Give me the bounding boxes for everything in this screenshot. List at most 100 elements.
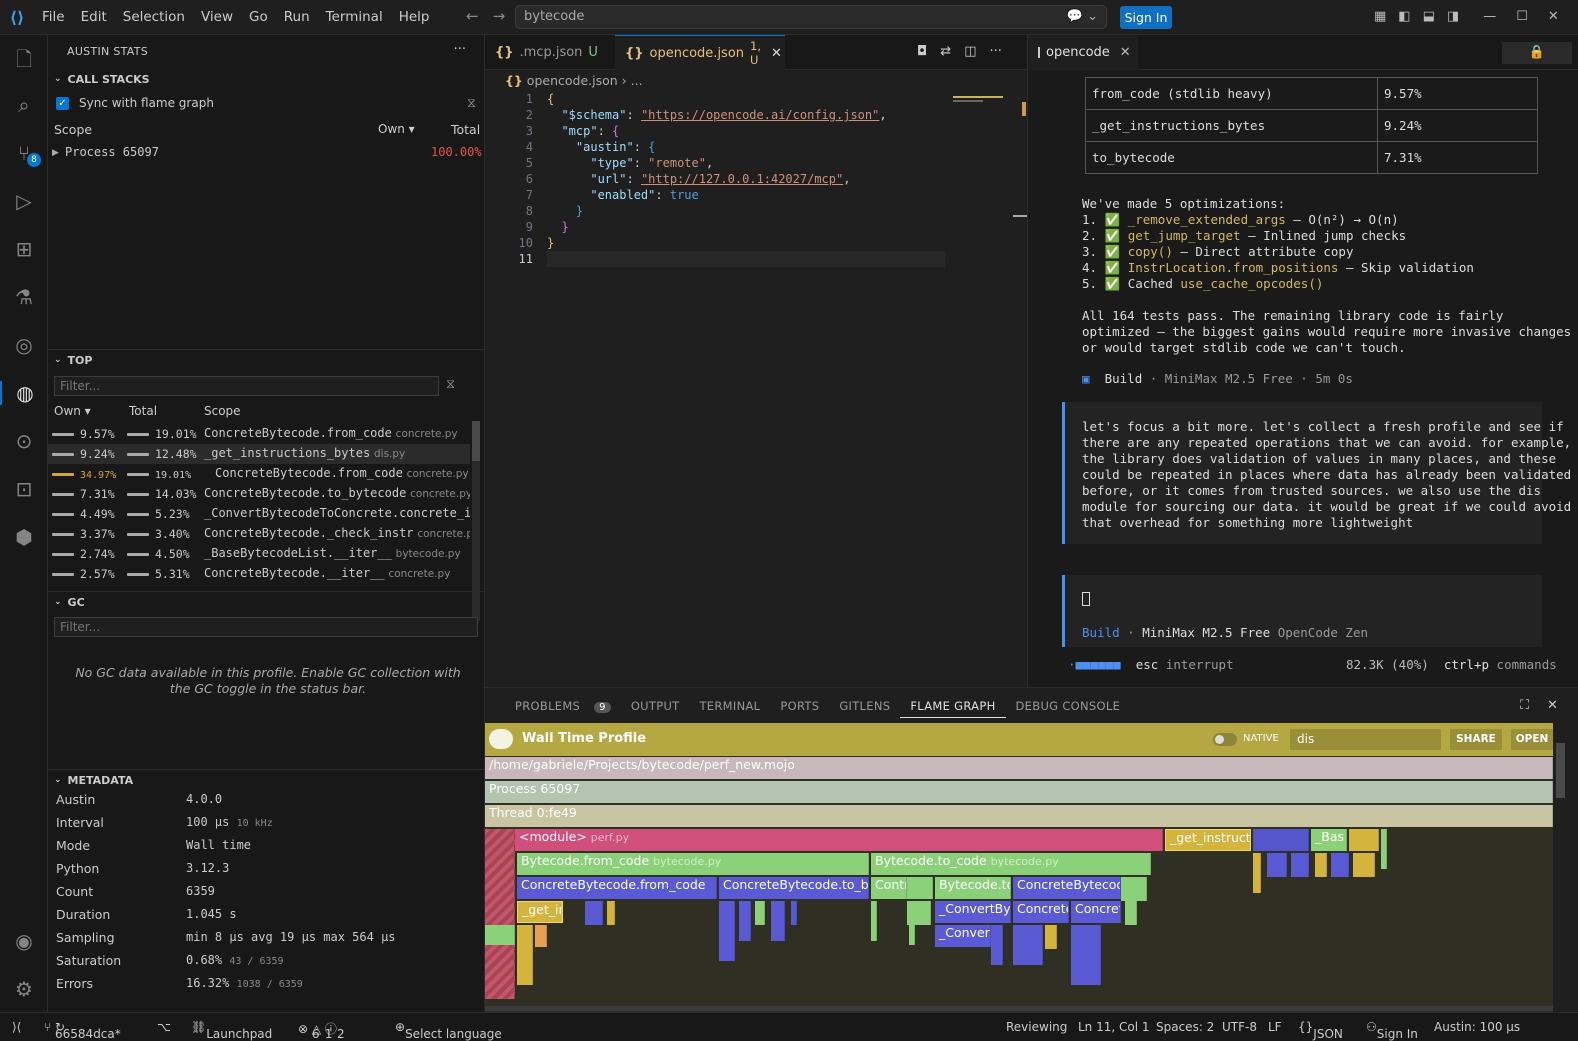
top-row[interactable]: 4.49% 5.23% _ConvertBytecodeToConcrete.con… — [48, 504, 470, 524]
code-editor[interactable]: {} opencode.json › ... { "$schema": "htt… — [485, 70, 1027, 687]
flame-frame[interactable] — [517, 925, 533, 985]
frame-concrete-from-code[interactable]: ConcreteBytecode.from_code — [517, 877, 717, 899]
flame-frame[interactable] — [1381, 829, 1387, 869]
frame-contr[interactable]: Contr — [871, 877, 907, 899]
flame-frame[interactable] — [1291, 853, 1309, 877]
frame-concret[interactable]: Concret — [1071, 901, 1121, 923]
indentation[interactable]: Spaces: 2 — [1156, 1020, 1214, 1034]
col-own[interactable]: Own ▾ — [54, 404, 91, 418]
tab-terminal[interactable]: TERMINAL — [689, 699, 770, 713]
docker-icon[interactable]: ⊡ — [0, 477, 48, 501]
flame-frame[interactable] — [1045, 925, 1057, 949]
maximize-icon[interactable]: ☐ — [1516, 9, 1528, 24]
tab-mcp-json[interactable]: {} .mcp.json U — [485, 35, 610, 70]
frame-get-instructions[interactable]: _get_instructi — [1165, 829, 1251, 851]
frame-blue[interactable] — [1253, 829, 1309, 851]
sign-in-button[interactable]: Sign In — [1120, 6, 1172, 29]
flame-frame[interactable] — [1013, 925, 1043, 965]
frame-convert[interactable]: _Convert — [935, 925, 991, 947]
flame-frame[interactable] — [1071, 925, 1101, 985]
flame-frame[interactable] — [739, 901, 751, 941]
frame-green-small[interactable] — [907, 877, 933, 899]
native-toggle[interactable] — [1213, 733, 1237, 746]
tab-gitlens[interactable]: GITLENS — [829, 699, 900, 713]
frame-bytecode-to[interactable]: Bytecode.to — [935, 877, 1011, 899]
tab-flame-graph[interactable]: FLAME GRAPH — [900, 694, 1006, 718]
gitlens-icon[interactable]: ⊙ — [0, 429, 48, 453]
col-scope[interactable]: Scope — [54, 122, 92, 137]
branch-status[interactable]: ⑂ 66584dca* ↻ — [44, 1020, 121, 1041]
encoding[interactable]: UTF-8 — [1222, 1020, 1257, 1034]
flame-frame[interactable] — [607, 901, 615, 925]
close-panel-icon[interactable]: ✕ — [1537, 698, 1568, 713]
python-icon[interactable]: ⬢ — [0, 525, 48, 549]
settings-gear-icon[interactable]: ⚙ — [0, 977, 48, 1001]
panel-hscrollbar[interactable] — [485, 1006, 1553, 1011]
more-actions-icon[interactable]: ··· — [454, 42, 466, 57]
frame-bas[interactable]: _Bas — [1311, 829, 1347, 851]
maximize-panel-icon[interactable]: ⛶ — [1510, 698, 1539, 713]
austin-status[interactable]: Austin: 100 μs — [1434, 1020, 1520, 1034]
col-total[interactable]: Total — [451, 122, 480, 137]
flame-frame[interactable] — [719, 901, 735, 961]
frame-convert-byt[interactable]: _ConvertByt — [935, 901, 1011, 923]
top-row[interactable]: 34.97% 19.01% ConcreteBytecode.from_code c… — [48, 464, 470, 484]
frame-module[interactable]: <module> perf.py — [515, 829, 1163, 851]
tab-debug-console[interactable]: DEBUG CONSOLE — [1006, 699, 1131, 713]
problems-status[interactable]: ⊗ 6 △ 1 ⓘ 2 — [298, 1020, 345, 1041]
gc-filter-input[interactable] — [54, 617, 478, 637]
frame-bytecode-from-code[interactable]: Bytecode.from_code bytecode.py — [517, 853, 869, 875]
frame-path[interactable]: /home/gabriele/Projects/bytecode/perf_ne… — [485, 757, 1553, 779]
panel-scrollbar[interactable] — [1556, 743, 1565, 798]
minimize-icon[interactable]: — — [1483, 9, 1496, 24]
language-status[interactable]: ⊕ Select language — [395, 1020, 502, 1041]
top-header[interactable]: ⌄ TOP — [48, 349, 92, 371]
toggle-panel-icon[interactable]: ⬓ — [1423, 9, 1435, 24]
tab-output[interactable]: OUTPUT — [621, 699, 690, 713]
remote-icon[interactable]: ◎ — [0, 333, 48, 357]
more-actions-icon[interactable]: ··· — [990, 44, 1002, 59]
tab-problems[interactable]: PROBLEMS 9 — [495, 699, 621, 713]
layout-icon[interactable]: ▦ — [1374, 9, 1386, 24]
schema-value[interactable]: "https://opencode.ai/config.json" — [641, 108, 879, 122]
frame-small[interactable] — [1349, 829, 1379, 851]
flame-frame[interactable] — [585, 901, 603, 925]
gc-header[interactable]: ⌄ GC — [48, 591, 85, 613]
menu-edit[interactable]: Edit — [73, 9, 115, 25]
explorer-icon[interactable]: 🗋 — [0, 45, 48, 79]
col-scope[interactable]: Scope — [204, 404, 241, 418]
minimap[interactable] — [953, 92, 1011, 106]
menu-selection[interactable]: Selection — [115, 9, 193, 25]
flame-frame[interactable] — [1353, 853, 1375, 877]
gitlens-status-icon[interactable]: ⌥ — [157, 1020, 171, 1034]
col-total[interactable]: Total — [129, 404, 157, 418]
command-center-search[interactable]: bytecode 💬 ⌄ — [515, 5, 1107, 29]
flame-frame[interactable] — [535, 925, 547, 947]
menu-help[interactable]: Help — [391, 9, 438, 25]
menu-view[interactable]: View — [193, 9, 241, 25]
tab-ports[interactable]: PORTS — [770, 699, 829, 713]
remote-indicator-icon[interactable]: ⟩⟨ — [12, 1020, 21, 1034]
call-stacks-header[interactable]: ⌄ CALL STACKS — [48, 68, 150, 90]
frame-concrete-bytecod[interactable]: ConcreteBytecod — [1013, 877, 1121, 899]
toggle-secondary-icon[interactable]: ◨ — [1447, 9, 1459, 24]
account-status[interactable]: ⚇ Sign In — [1366, 1020, 1418, 1041]
close-tab-icon[interactable]: ✕ — [1120, 45, 1131, 60]
menu-terminal[interactable]: Terminal — [318, 9, 391, 25]
tab-opencode-json[interactable]: {} opencode.json 1, U ✕ — [615, 35, 785, 70]
flame-frame[interactable] — [1315, 853, 1327, 877]
flame-graph[interactable]: Wall Time Profile NATIVE dis SHARE OPEN … — [485, 723, 1553, 1013]
flame-frame[interactable] — [871, 901, 877, 941]
launchpad-status[interactable]: ⛓ Launchpad — [191, 1020, 272, 1041]
share-button[interactable]: SHARE — [1450, 729, 1502, 750]
open-button[interactable]: OPEN — [1511, 729, 1553, 750]
compare-icon[interactable]: ⇄ — [940, 44, 951, 59]
extensions-icon[interactable]: ⊞ — [0, 237, 48, 261]
cursor-position[interactable]: Ln 11, Col 1 — [1078, 1020, 1150, 1034]
flame-frame[interactable] — [1125, 901, 1137, 925]
top-row[interactable]: 7.31% 14.03% ConcreteBytecode.to_bytecode … — [48, 484, 470, 504]
austin-icon[interactable]: ◍ — [0, 381, 48, 405]
url-value[interactable]: "http://127.0.0.1:42027/mcp" — [641, 172, 843, 186]
lock-icon[interactable]: 🔒 — [1502, 42, 1572, 64]
frame-get-in[interactable]: _get_in — [517, 901, 563, 923]
